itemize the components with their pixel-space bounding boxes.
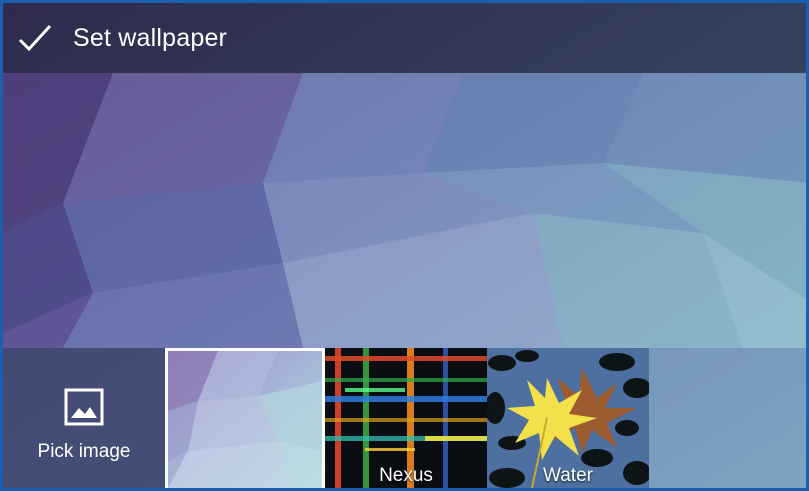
wallpaper-thumbnail-default[interactable] bbox=[165, 348, 325, 488]
thumbnail-label-nexus: Nexus bbox=[379, 465, 433, 486]
image-icon bbox=[63, 387, 105, 427]
wallpaper-thumbnail-water[interactable]: Water bbox=[487, 348, 649, 488]
pick-image-button[interactable]: Pick image bbox=[3, 348, 165, 488]
page-title: Set wallpaper bbox=[73, 23, 228, 52]
set-wallpaper-action[interactable]: Set wallpaper bbox=[3, 3, 806, 73]
wallpaper-thumbnail-nexus[interactable]: Nexus bbox=[325, 348, 487, 488]
checkmark-icon bbox=[15, 18, 55, 58]
pick-image-label: Pick image bbox=[37, 440, 131, 462]
wallpaper-thumbnail-tray: Pick image Nexus Water bbox=[3, 348, 806, 488]
wallpaper-picker-screen: Set wallpaper Pick image Nexus Water bbox=[0, 0, 809, 491]
thumbnail-label-water: Water bbox=[543, 465, 593, 486]
